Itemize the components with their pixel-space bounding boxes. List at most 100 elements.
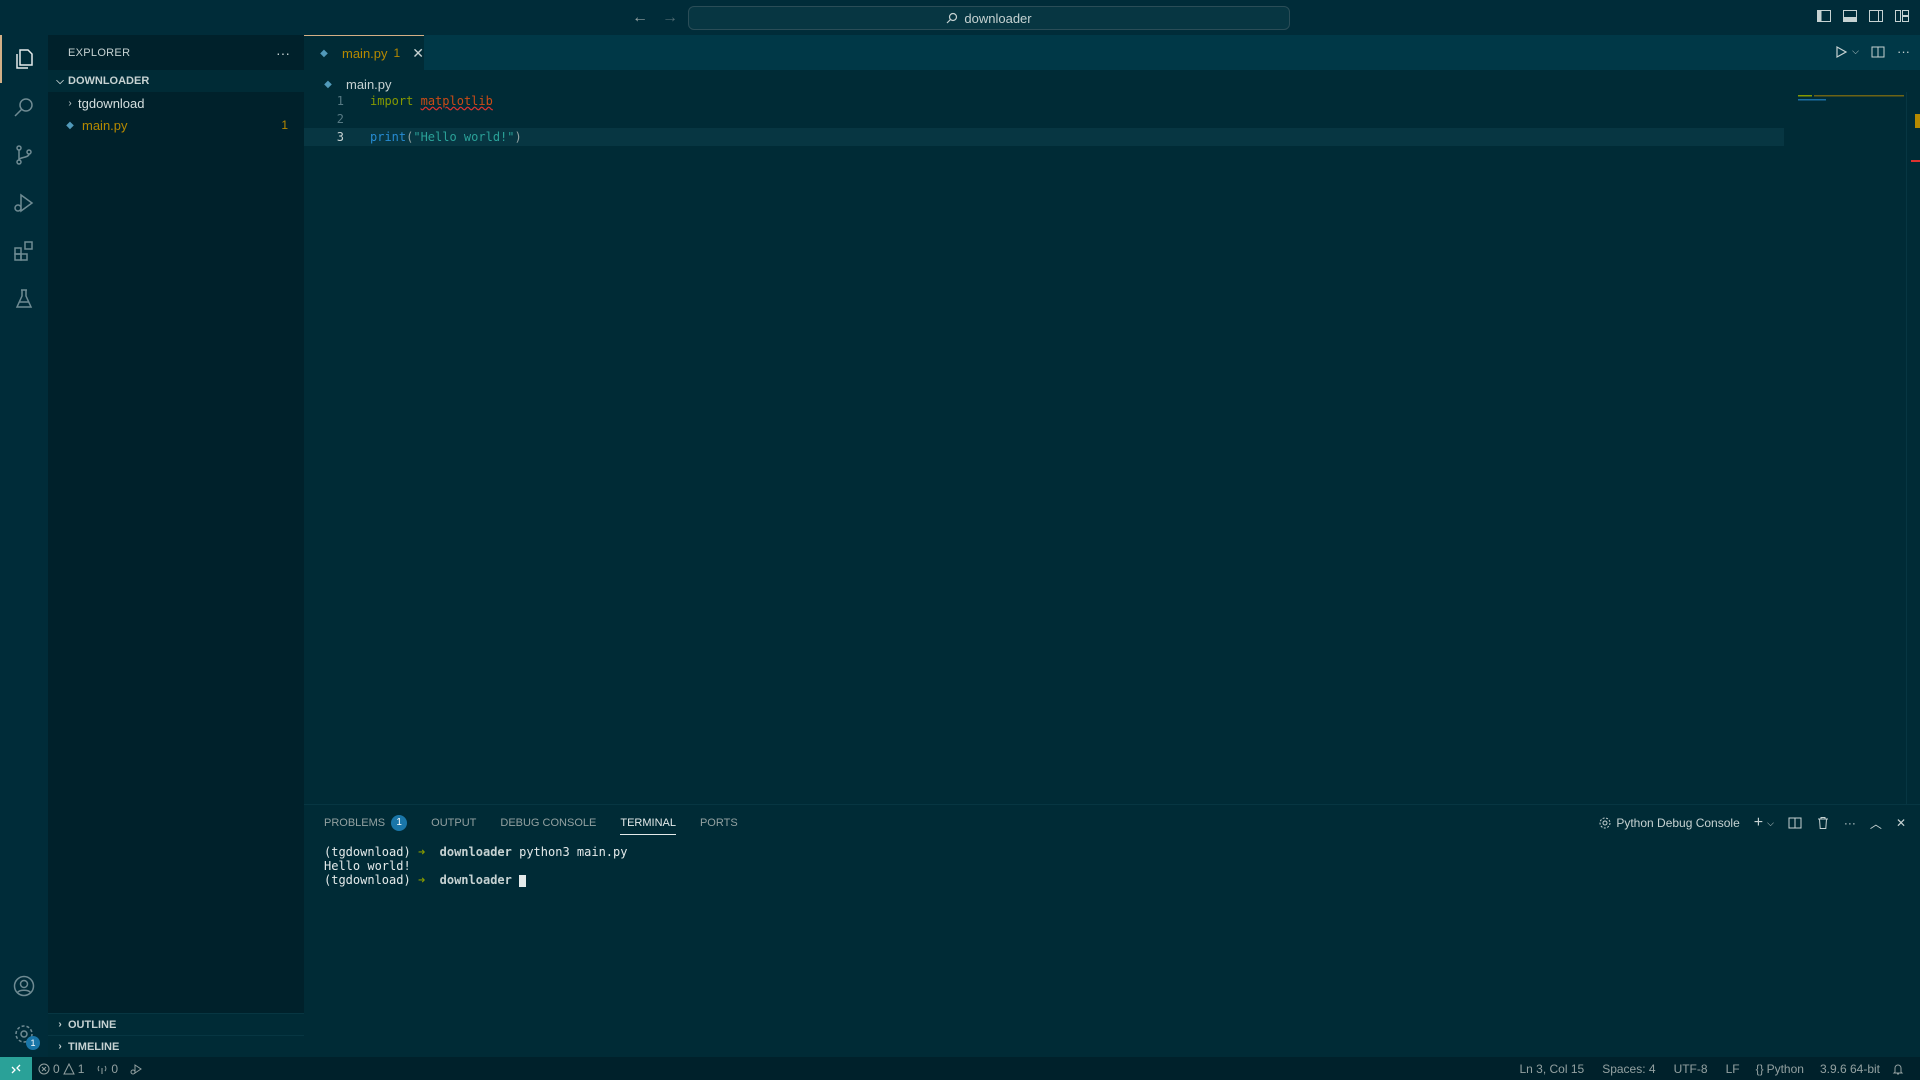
debug-status[interactable] [124, 1057, 148, 1080]
split-editor-icon[interactable] [1871, 45, 1885, 59]
tab-main-py[interactable]: ◆ main.py 1 ✕ [304, 35, 424, 70]
more-actions-icon[interactable]: ··· [1844, 816, 1856, 830]
chevron-right-icon: › [58, 1041, 62, 1052]
error-count: 0 [53, 1061, 60, 1076]
tree-item-main-py[interactable]: ◆ main.py 1 [48, 114, 304, 136]
tree-item-label: main.py [82, 117, 128, 133]
run-debug-icon [14, 193, 34, 213]
customize-layout-icon[interactable] [1894, 8, 1910, 24]
module-token: matplotlib [420, 94, 493, 108]
chevron-down-icon[interactable]: ⌵ [1767, 818, 1774, 829]
title-bar: ← → downloader [0, 0, 1920, 35]
split-terminal-icon[interactable] [1788, 816, 1802, 830]
outline-section-header[interactable]: › OUTLINE [48, 1013, 304, 1035]
settings-badge: 1 [26, 1036, 40, 1050]
tab-output[interactable]: OUTPUT [431, 805, 476, 840]
notifications-bell-icon[interactable] [1886, 1057, 1910, 1080]
breadcrumb-file[interactable]: main.py [346, 77, 392, 92]
folder-section-header[interactable]: ⌵ DOWNLOADER [48, 70, 304, 92]
end-of-line[interactable]: LF [1720, 1057, 1746, 1080]
code-editor[interactable]: 1 import matplotlib 2 3 print("Hello wor… [304, 92, 1784, 146]
source-control-activity[interactable] [0, 131, 48, 179]
problems-badge: 1 [391, 814, 408, 831]
extensions-activity[interactable] [0, 227, 48, 275]
beaker-icon [15, 289, 33, 308]
problem-count: 1 [281, 118, 288, 132]
more-actions-icon[interactable]: ··· [1897, 44, 1910, 59]
sidebar-bottom-sections: › OUTLINE › TIMELINE [48, 1013, 304, 1057]
chevron-right-icon: › [68, 97, 72, 109]
indentation[interactable]: Spaces: 4 [1596, 1057, 1661, 1080]
chevron-right-icon: › [58, 1019, 62, 1030]
maximize-panel-icon[interactable]: ︿ [1870, 815, 1882, 832]
python-interpreter[interactable]: 3.9.6 64-bit [1814, 1057, 1886, 1080]
tab-ports[interactable]: PORTS [700, 805, 738, 840]
terminal-output-text: Hello world! [324, 859, 411, 873]
remote-icon [11, 1064, 21, 1073]
testing-activity[interactable] [0, 275, 48, 323]
command-center-search[interactable]: downloader [688, 6, 1290, 30]
search-activity[interactable] [0, 83, 48, 131]
tab-label: DEBUG CONSOLE [500, 816, 597, 829]
encoding[interactable]: UTF-8 [1668, 1057, 1714, 1080]
prompt-dir: downloader [439, 845, 512, 859]
status-right: Ln 3, Col 15 Spaces: 4 UTF-8 LF {} Pytho… [1513, 1057, 1910, 1080]
line-number: 1 [336, 94, 344, 108]
radio-tower-icon [98, 1065, 107, 1074]
terminal-name: Python Debug Console [1616, 816, 1740, 830]
error-icon [38, 1063, 50, 1074]
terminal-line: (tgdownload) ➜ downloader python3 main.p… [324, 845, 627, 859]
timeline-section-header[interactable]: › TIMELINE [48, 1035, 304, 1057]
search-icon [14, 98, 33, 117]
problems-status[interactable]: 0 1 [32, 1057, 90, 1080]
editor-group: ◆ main.py 1 ✕ ⌵ ··· ◆ main.py 1 import m… [304, 35, 1920, 804]
run-icon[interactable] [1834, 45, 1848, 59]
tab-debug-console[interactable]: DEBUG CONSOLE [500, 805, 596, 840]
tab-label: main.py [342, 45, 388, 61]
overview-ruler[interactable] [1906, 92, 1920, 804]
warning-icon [62, 1062, 75, 1074]
close-icon[interactable]: ✕ [412, 45, 424, 62]
tab-label: TERMINAL [620, 816, 676, 829]
chevron-down-icon[interactable]: ⌵ [1852, 46, 1859, 57]
language-mode[interactable]: {} Python [1750, 1057, 1810, 1080]
prompt-dir: downloader [439, 873, 512, 887]
source-control-icon [16, 145, 32, 165]
trash-icon[interactable] [1816, 816, 1830, 830]
forward-arrow-icon[interactable]: → [660, 8, 680, 28]
add-terminal-icon[interactable]: + [1754, 814, 1763, 832]
tree-item-tgdownload[interactable]: › tgdownload [48, 92, 304, 114]
terminal-output[interactable]: (tgdownload) ➜ downloader python3 main.p… [324, 845, 627, 887]
warning-marker [1915, 114, 1920, 128]
keyword-token: import [370, 94, 414, 108]
panel-tabs: PROBLEMS 1 OUTPUT DEBUG CONSOLE TERMINAL… [324, 805, 738, 840]
back-arrow-icon[interactable]: ← [630, 8, 650, 28]
tab-terminal[interactable]: TERMINAL [620, 805, 676, 840]
status-bar: 0 1 0 Ln 3, Col 15 Spaces: 4 UTF-8 LF {}… [0, 1057, 1920, 1080]
terminal-env: (tgdownload) [324, 845, 411, 859]
panel-actions: Python Debug Console + ⌵ ··· ︿ ✕ [1598, 814, 1906, 832]
more-actions-icon[interactable]: ··· [276, 45, 290, 61]
tab-problems[interactable]: PROBLEMS 1 [324, 805, 408, 840]
debug-icon [130, 1063, 142, 1074]
python-file-icon: ◆ [324, 78, 332, 90]
toggle-primary-sidebar-icon[interactable] [1816, 8, 1832, 24]
terminal-selector[interactable]: Python Debug Console [1598, 816, 1740, 830]
run-debug-activity[interactable] [0, 179, 48, 227]
terminal-command: python3 main.py [519, 845, 628, 859]
explorer-header: EXPLORER ··· [48, 35, 304, 70]
braces-icon: {} [1755, 1061, 1764, 1076]
toggle-panel-icon[interactable] [1842, 8, 1858, 24]
remote-indicator[interactable] [0, 1057, 32, 1080]
toggle-secondary-sidebar-icon[interactable] [1868, 8, 1884, 24]
ports-count: 0 [111, 1061, 119, 1076]
minimap[interactable] [1796, 92, 1906, 132]
debug-gear-icon [1599, 817, 1611, 829]
layout-controls [1816, 8, 1910, 24]
accounts-activity[interactable] [0, 962, 48, 1010]
close-panel-icon[interactable]: ✕ [1896, 816, 1906, 830]
explorer-activity[interactable] [0, 35, 48, 83]
cursor-position[interactable]: Ln 3, Col 15 [1513, 1057, 1590, 1080]
ports-status[interactable]: 0 [90, 1057, 124, 1080]
manage-activity[interactable]: 1 [0, 1010, 48, 1058]
